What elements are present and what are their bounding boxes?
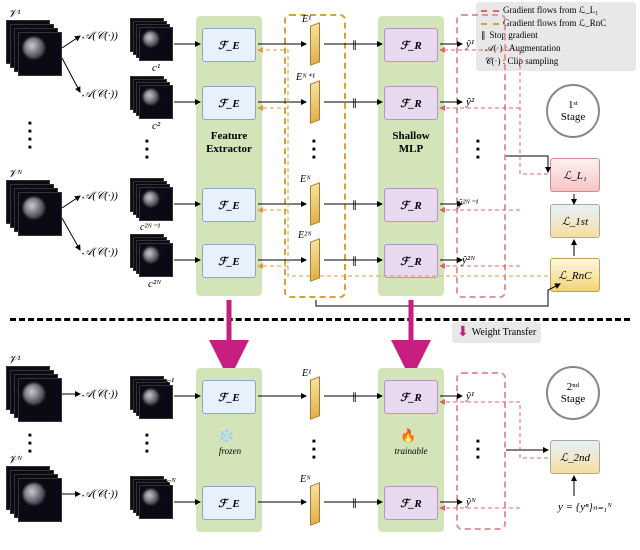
- output-3: ŷ²ᴺ⁻¹: [458, 198, 478, 209]
- stage2-connectors: [0, 350, 640, 550]
- aug-label-1-s2: 𝒜(𝒞(·)): [82, 388, 118, 401]
- clip-label-3: c²ᴺ⁻¹: [140, 222, 160, 233]
- embed-label-1-s2: E¹: [302, 368, 311, 379]
- vdots-videos-s2: ■■■: [28, 432, 32, 456]
- fr-block-1: ℱ_R: [384, 28, 438, 62]
- embed-label-3: Eᴺ: [300, 174, 311, 185]
- output-group-s2: [456, 372, 506, 530]
- fr-block-2-s2: ℱ_R: [384, 486, 438, 520]
- clip-stack-1: [130, 18, 180, 63]
- vdots-embed-s1: ■■■: [312, 138, 316, 162]
- embed-label-4: E²ᴺ: [298, 230, 312, 241]
- fe-block-2: ℱ_E: [202, 86, 256, 120]
- loss-l1: ℒ_L₁: [550, 158, 600, 192]
- stage2-bottom: Stage: [561, 393, 585, 405]
- embed-2: [310, 80, 320, 124]
- output-2-s2: ŷᴺ: [466, 496, 476, 508]
- trainable-label: trainable: [386, 446, 436, 456]
- video-label-n: 𝒱ᴺ: [8, 168, 22, 181]
- loss-rnc: ℒ_RnC: [550, 258, 600, 292]
- video-stack-n-s2: [6, 466, 64, 524]
- stage1-top: 1ˢᵗ: [568, 99, 578, 111]
- fr-block-2: ℱ_R: [384, 86, 438, 120]
- weight-transfer-label: Weight Transfer: [472, 327, 536, 338]
- vdots-videos-s1: ■■■■: [28, 120, 32, 152]
- video-label-1: 𝒱¹: [8, 8, 20, 21]
- clip-label-2: c²: [152, 120, 160, 132]
- vdots-out-s1: ■■■: [476, 138, 480, 162]
- vdots-out-s2: ■■■: [476, 438, 480, 462]
- embed-2-s2: [310, 482, 320, 526]
- clip-label-1: c¹: [152, 62, 160, 74]
- vdots-clips-s2: ■■■: [145, 432, 149, 456]
- clip-stack-3: [130, 178, 180, 223]
- embed-label-1: E¹: [302, 14, 311, 25]
- embed-label-2: Eᴺ⁺¹: [296, 72, 315, 83]
- aug-label-2: 𝒜(𝒞(·)): [82, 88, 118, 101]
- fr-column-label: Shallow MLP: [378, 130, 444, 156]
- stage1-circle: 1ˢᵗ Stage: [546, 84, 600, 138]
- fe-block-1-s2: ℱ_E: [202, 380, 256, 414]
- legend-grad-l1: Gradient flows from ℒ_L₁: [503, 5, 598, 17]
- vdots-clips-s1: ■■■: [145, 138, 149, 162]
- fr-block-4: ℱ_R: [384, 244, 438, 278]
- stopgrad-1: ∥: [352, 40, 357, 51]
- weight-transfer-badge: ⬇Weight Transfer: [452, 322, 541, 343]
- embed-3: [310, 182, 320, 226]
- clip-stack-2: [130, 76, 180, 121]
- aug-label-1: 𝒜(𝒞(·)): [82, 30, 118, 43]
- embed-1: [310, 22, 320, 66]
- fe-column-label: Feature Extractor: [196, 130, 262, 156]
- stage2-top: 2ⁿᵈ: [567, 381, 579, 393]
- legend-grad-rnc: Gradient flows from ℒ_RnC: [503, 18, 606, 30]
- fe-block-1: ℱ_E: [202, 28, 256, 62]
- output-1: ŷ¹: [466, 38, 474, 50]
- clip-label-4: c²ᴺ: [148, 278, 161, 290]
- stopgrad-2-s2: ∥: [352, 498, 357, 509]
- trainable-icon: 🔥: [400, 428, 416, 444]
- fe-block-2-s2: ℱ_E: [202, 486, 256, 520]
- embed-label-2-s2: Eᴺ: [300, 474, 311, 485]
- output-2: ŷ²: [466, 96, 474, 108]
- output-4: ŷ²ᴺ: [462, 254, 475, 266]
- loss-2nd: ℒ_2nd: [550, 440, 600, 474]
- stopgrad-2: ∥: [352, 98, 357, 109]
- stopgrad-4: ∥: [352, 256, 357, 267]
- fe-block-3: ℱ_E: [202, 188, 256, 222]
- stage-divider: [10, 318, 630, 321]
- aug-label-2-s2: 𝒜(𝒞(·)): [82, 488, 118, 501]
- embed-4: [310, 238, 320, 282]
- stage2-circle: 2ⁿᵈ Stage: [546, 366, 600, 420]
- video-stack-1-s2: [6, 366, 64, 424]
- stage1-bottom: Stage: [561, 111, 585, 123]
- vdots-embed-s2: ■■■: [312, 438, 316, 462]
- frozen-icon: ❄️: [218, 428, 234, 444]
- stopgrad-3: ∥: [352, 200, 357, 211]
- aug-label-3: 𝒜(𝒞(·)): [82, 190, 118, 203]
- loss-1st: ℒ_1st: [550, 204, 600, 238]
- clip-label-1-s2: c¹: [166, 376, 174, 388]
- y-equation: y = {yⁿ}ₙ₌₁ᴺ: [558, 500, 612, 513]
- embed-1-s2: [310, 376, 320, 420]
- fr-block-3: ℱ_R: [384, 188, 438, 222]
- clip-label-2-s2: cᴺ: [166, 476, 176, 488]
- weight-transfer-arrows: [0, 296, 640, 376]
- aug-label-4: 𝒜(𝒞(·)): [82, 246, 118, 259]
- output-1-s2: ŷ¹: [466, 390, 474, 402]
- video-label-1-s2: 𝒱¹: [8, 354, 20, 367]
- fr-block-1-s2: ℱ_R: [384, 380, 438, 414]
- video-stack-1: [6, 20, 64, 78]
- frozen-label: frozen: [208, 446, 252, 456]
- fe-block-4: ℱ_E: [202, 244, 256, 278]
- video-stack-n: [6, 180, 64, 238]
- clip-stack-4: [130, 234, 180, 279]
- video-label-n-s2: 𝒱ᴺ: [8, 454, 22, 467]
- stopgrad-1-s2: ∥: [352, 392, 357, 403]
